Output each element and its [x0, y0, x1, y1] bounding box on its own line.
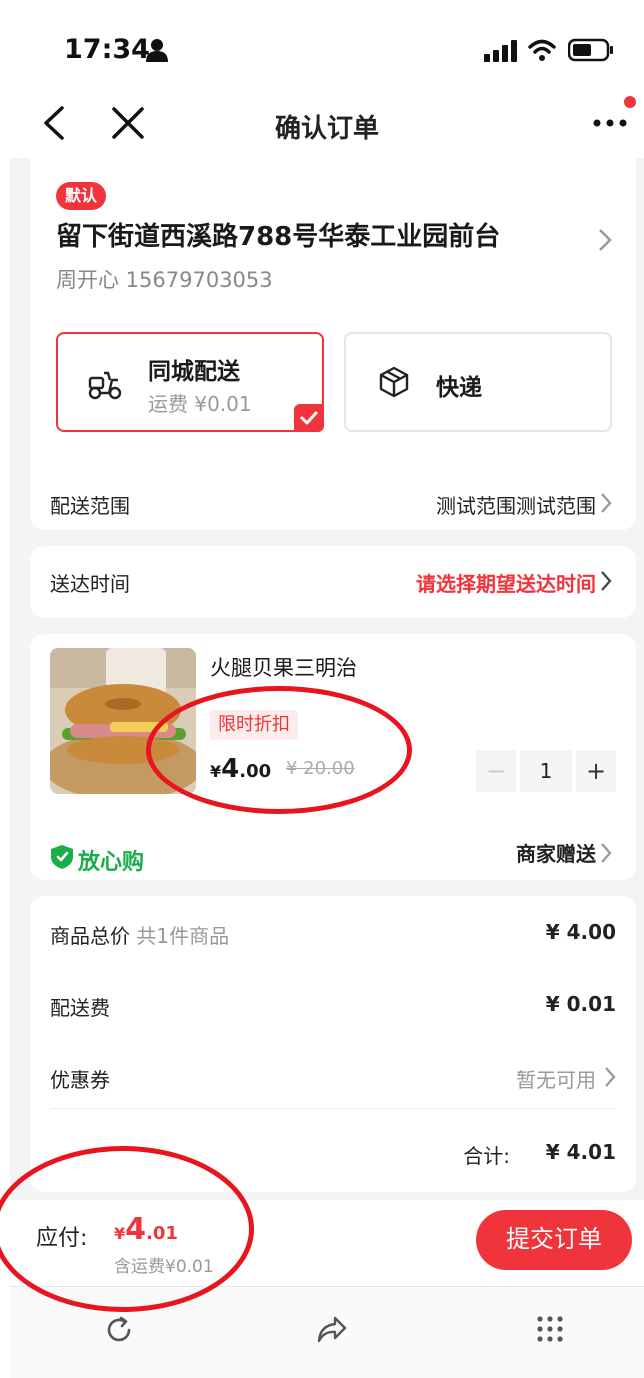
- checkout-bar: 应付: ¥4.01 含运费¥0.01 提交订单: [10, 1200, 644, 1286]
- share-icon[interactable]: [316, 1315, 348, 1345]
- price-symbol: ¥: [210, 762, 222, 781]
- original-price: ¥ 20.00: [286, 758, 355, 779]
- product-price: ¥4.00: [210, 754, 271, 784]
- total-label: 合计:: [463, 1144, 510, 1168]
- goods-total-text: 商品总价: [50, 924, 130, 948]
- delivery-time-label: 送达时间: [50, 572, 130, 596]
- person-icon: [146, 39, 168, 62]
- check-icon: [300, 411, 318, 425]
- shipping-fee-row: 配送费 ¥ 0.01: [50, 992, 616, 1024]
- signal-icon: [484, 40, 517, 62]
- address-contact: 周开心 15679703053: [56, 268, 273, 292]
- address-card: 默认 留下街道西溪路788号华泰工业园前台 周开心 15679703053 同城…: [30, 158, 636, 530]
- product-name: 火腿贝果三明治: [210, 656, 357, 680]
- status-time: 17:34: [64, 34, 150, 65]
- box-icon: [379, 366, 409, 398]
- sandwich-image: [50, 648, 196, 794]
- submit-order-button[interactable]: 提交订单: [476, 1210, 632, 1270]
- discount-tag: 限时折扣: [210, 710, 298, 740]
- browser-toolbar: [10, 1286, 644, 1378]
- coupon-value[interactable]: 暂无可用: [516, 1064, 596, 1093]
- goods-total-value: ¥ 4.00: [545, 920, 616, 944]
- price-decimal: .00: [239, 761, 272, 782]
- wifi-icon: [528, 39, 556, 61]
- more-icon[interactable]: [592, 118, 628, 128]
- divider: [50, 1108, 616, 1109]
- product-image[interactable]: [50, 648, 196, 794]
- chevron-right-icon[interactable]: [598, 228, 612, 252]
- shipping-fee-value: ¥ 0.01: [545, 992, 616, 1016]
- quantity-value[interactable]: 1: [520, 750, 572, 792]
- header: 17:34 确认订单: [10, 8, 644, 158]
- scooter-icon: [88, 371, 122, 400]
- delivery-option-fee: 运费 ¥0.01: [148, 392, 252, 416]
- quantity-stepper: − 1 +: [476, 750, 616, 792]
- goods-total-label: 商品总价 共1件商品: [50, 920, 229, 949]
- summary-card: 商品总价 共1件商品 ¥ 4.00 配送费 ¥ 0.01 优惠券 暂无可用 合计…: [30, 896, 636, 1192]
- payable-symbol: ¥: [114, 1224, 126, 1243]
- delivery-range-value[interactable]: 测试范围测试范围: [436, 490, 596, 519]
- assurance-label: 放心购: [78, 850, 145, 875]
- chevron-right-icon[interactable]: [600, 570, 612, 592]
- chevron-right-icon[interactable]: [604, 1066, 616, 1088]
- payable-amount: ¥4.01: [114, 1212, 178, 1247]
- delivery-time-row[interactable]: 送达时间 请选择期望送达时间: [30, 546, 636, 618]
- increase-button[interactable]: +: [576, 750, 616, 792]
- payable-integer: 4: [125, 1212, 147, 1247]
- delivery-range-label: 配送范围: [50, 494, 130, 518]
- grid-icon[interactable]: [536, 1315, 564, 1343]
- product-card: 火腿贝果三明治 限时折扣 ¥4.00 ¥ 20.00 − 1 + 放心购 商家赠…: [30, 634, 636, 880]
- price-integer: 4: [221, 754, 240, 784]
- delivery-option-label: 快递: [436, 375, 482, 401]
- merchant-gift-label[interactable]: 商家赠送: [516, 838, 596, 867]
- delivery-time-value[interactable]: 请选择期望送达时间: [416, 568, 596, 597]
- chevron-right-icon[interactable]: [600, 492, 612, 514]
- goods-count: 共1件商品: [136, 924, 230, 948]
- shipping-fee-label: 配送费: [50, 996, 110, 1020]
- delivery-option-label: 同城配送: [148, 359, 240, 385]
- payable-shipping-note: 含运费¥0.01: [114, 1257, 214, 1277]
- shield-icon: [51, 845, 73, 869]
- total-value: ¥ 4.01: [545, 1140, 616, 1164]
- app-frame: 17:34 确认订单 默认 留下街道西溪路788号华泰工业园前台 周开心 156…: [10, 8, 644, 1378]
- notification-dot: [624, 96, 636, 108]
- default-badge: 默认: [56, 182, 107, 210]
- delivery-option-city[interactable]: 同城配送 运费 ¥0.01: [56, 332, 324, 432]
- selected-check: [294, 404, 324, 432]
- address-line[interactable]: 留下街道西溪路788号华泰工业园前台: [56, 216, 500, 253]
- total-row: 合计: ¥ 4.01: [50, 1140, 616, 1172]
- payable-label: 应付:: [36, 1226, 88, 1251]
- page-title: 确认订单: [274, 114, 379, 144]
- delivery-option-express[interactable]: 快递: [344, 332, 612, 432]
- decrease-button[interactable]: −: [476, 750, 516, 792]
- refresh-icon[interactable]: [104, 1315, 134, 1345]
- payable-decimal: .01: [146, 1223, 178, 1244]
- coupon-label: 优惠券: [50, 1068, 110, 1092]
- chevron-right-icon[interactable]: [600, 842, 612, 864]
- goods-total-row: 商品总价 共1件商品 ¥ 4.00: [50, 920, 616, 952]
- battery-icon: [568, 38, 613, 62]
- coupon-row[interactable]: 优惠券 暂无可用: [50, 1064, 616, 1096]
